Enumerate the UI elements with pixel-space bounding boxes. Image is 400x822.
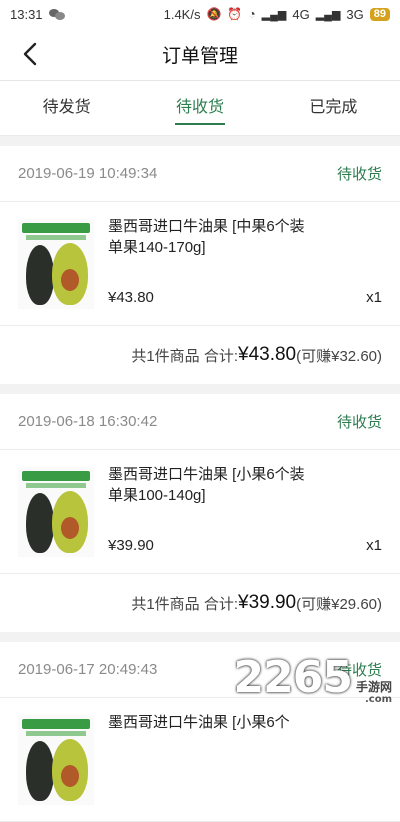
order-status: 待收货 — [336, 414, 382, 431]
order-date: 2019-06-17 20:49:43 — [18, 661, 158, 678]
order-tabs: 待发货 待收货 已完成 — [0, 81, 400, 136]
summary-prefix: 共1件商品 合计: — [131, 595, 238, 613]
net-speed: 1.4K/s — [163, 6, 201, 22]
wifi-icon: ◔ — [248, 7, 256, 21]
order-item[interactable]: 墨西哥进口牛油果 [小果6个 — [0, 698, 400, 822]
wechat-icon — [48, 8, 65, 20]
order-total: ¥39.90 — [238, 592, 297, 613]
product-name: 墨西哥进口牛油果 [中果6个装 单果140-170g] — [108, 217, 305, 256]
order-status: 待收货 — [336, 166, 382, 183]
watermark-domain: .com — [364, 694, 392, 705]
page-title: 订单管理 — [161, 45, 238, 67]
mute-icon: 🔕 — [206, 7, 222, 21]
order-date: 2019-06-18 16:30:42 — [18, 413, 158, 430]
product-image — [18, 714, 94, 805]
nav-bar: 订单管理 — [0, 28, 400, 81]
summary-prefix: 共1件商品 合计: — [131, 347, 238, 365]
product-quantity: x1 — [366, 288, 382, 306]
product-name: 墨西哥进口牛油果 [小果6个 — [108, 713, 290, 731]
product-name: 墨西哥进口牛油果 [小果6个装 单果100-140g] — [108, 465, 305, 504]
order-earnings: (可赚¥29.60) — [296, 595, 382, 613]
product-image — [18, 218, 94, 309]
order-card[interactable]: 2019-06-19 10:49:34 待收货 墨西哥进口牛油果 [中果6个装 … — [0, 146, 400, 384]
battery-indicator: 89 — [369, 7, 390, 21]
watermark-site: 手游网 — [355, 680, 392, 694]
alarm-icon: ⏰ — [227, 7, 243, 21]
tab-pending-receipt[interactable]: 待收货 — [133, 81, 266, 135]
network-3g: 3G — [346, 6, 364, 22]
tab-pending-shipment[interactable]: 待发货 — [0, 81, 133, 135]
order-header: 2019-06-19 10:49:34 待收货 — [0, 146, 400, 202]
order-total: ¥43.80 — [238, 344, 297, 365]
order-summary: 共1件商品 合计: ¥43.80 (可赚¥32.60) — [0, 326, 400, 384]
status-bar: 13:31 1.4K/s 🔕 ⏰ ◔ ▂▄▆ 4G ▂▄▆ 3G 89 — [0, 0, 400, 28]
order-summary: 共1件商品 合计: ¥39.90 (可赚¥29.60) — [0, 574, 400, 632]
product-image — [18, 466, 94, 557]
order-item[interactable]: 墨西哥进口牛油果 [小果6个装 单果100-140g] ¥39.90 x1 — [0, 450, 400, 574]
order-date: 2019-06-19 10:49:34 — [18, 165, 158, 182]
order-card[interactable]: 2019-06-18 16:30:42 待收货 墨西哥进口牛油果 [小果6个装 … — [0, 394, 400, 632]
clock: 13:31 — [10, 6, 43, 22]
site-watermark: 2265 手游网 .com — [233, 652, 392, 705]
product-quantity: x1 — [366, 536, 382, 554]
watermark-logo: 2265 — [233, 652, 353, 703]
signal-icon: ▂▄▆ — [261, 8, 287, 21]
order-item[interactable]: 墨西哥进口牛油果 [中果6个装 单果140-170g] ¥43.80 x1 — [0, 202, 400, 326]
back-button[interactable] — [14, 38, 46, 70]
signal-icon-2: ▂▄▆ — [315, 8, 341, 21]
order-header: 2019-06-18 16:30:42 待收货 — [0, 394, 400, 450]
network-4g: 4G — [292, 6, 310, 22]
product-price: ¥43.80 — [108, 288, 154, 306]
chevron-left-icon — [23, 42, 37, 66]
order-earnings: (可赚¥32.60) — [296, 347, 382, 365]
product-price: ¥39.90 — [108, 536, 154, 554]
tab-completed[interactable]: 已完成 — [267, 81, 400, 135]
